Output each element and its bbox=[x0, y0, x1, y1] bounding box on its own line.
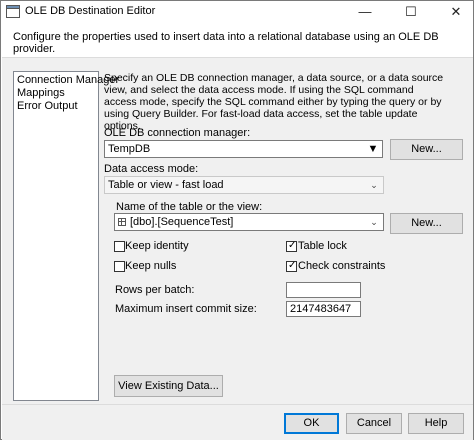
rows-per-batch-label: Rows per batch: bbox=[115, 284, 195, 296]
chevron-down-icon: ⌄ bbox=[370, 217, 378, 227]
table-name-combo[interactable]: [dbo].[SequenceTest] ⌄ bbox=[114, 213, 384, 231]
check-constraints-checkbox[interactable]: ✓ bbox=[286, 260, 297, 272]
minimize-button[interactable]: — bbox=[349, 1, 381, 23]
close-icon: ✕ bbox=[450, 4, 462, 19]
page-description: Specify an OLE DB connection manager, a … bbox=[104, 72, 444, 132]
rows-per-batch-input[interactable] bbox=[286, 282, 361, 298]
nav-item-error-output[interactable]: Error Output bbox=[14, 100, 98, 113]
window-title: OLE DB Destination Editor bbox=[25, 5, 156, 17]
connection-manager-combo[interactable]: TempDB ▼ bbox=[104, 140, 383, 158]
chevron-down-icon: ▼ bbox=[367, 143, 379, 155]
data-access-mode-label: Data access mode: bbox=[104, 163, 199, 175]
table-name-value: [dbo].[SequenceTest] bbox=[130, 216, 234, 228]
table-lock-checkbox[interactable]: ✓ bbox=[286, 240, 297, 252]
new-table-button[interactable]: New... bbox=[390, 213, 463, 234]
data-access-mode-value: Table or view - fast load bbox=[108, 179, 224, 191]
connection-manager-label: OLE DB connection manager: bbox=[104, 127, 251, 139]
minimize-icon: — bbox=[358, 4, 372, 19]
ok-button[interactable]: OK bbox=[284, 413, 339, 434]
checkmark-icon: ✓ bbox=[288, 260, 297, 271]
cancel-button[interactable]: Cancel bbox=[346, 413, 402, 434]
nav-item-mappings[interactable]: Mappings bbox=[14, 87, 98, 100]
dialog-footer bbox=[2, 404, 473, 440]
table-icon bbox=[118, 218, 126, 226]
keep-identity-label: Keep identity bbox=[125, 240, 189, 252]
table-name-label: Name of the table or the view: bbox=[116, 201, 263, 213]
maximize-button[interactable]: ☐ bbox=[395, 1, 427, 23]
connection-manager-value: TempDB bbox=[108, 143, 151, 155]
chevron-down-icon: ⌄ bbox=[370, 180, 378, 190]
nav-item-connection-manager[interactable]: Connection Manager bbox=[14, 74, 119, 87]
new-connection-button[interactable]: New... bbox=[390, 139, 463, 160]
dialog-window: OLE DB Destination Editor — ☐ ✕ Configur… bbox=[0, 0, 474, 440]
keep-nulls-label: Keep nulls bbox=[125, 260, 177, 272]
title-bar: OLE DB Destination Editor — ☐ ✕ bbox=[1, 1, 473, 23]
close-button[interactable]: ✕ bbox=[440, 1, 472, 23]
intro-text: Configure the properties used to insert … bbox=[13, 31, 439, 55]
help-label: Help bbox=[424, 417, 448, 429]
max-commit-size-input[interactable]: 2147483647 bbox=[286, 301, 361, 317]
view-existing-data-button[interactable]: View Existing Data... bbox=[114, 375, 223, 397]
checkmark-icon: ✓ bbox=[288, 240, 297, 251]
maximize-icon: ☐ bbox=[405, 4, 417, 19]
keep-identity-checkbox[interactable] bbox=[114, 241, 125, 252]
cancel-label: Cancel bbox=[356, 417, 392, 429]
data-access-mode-combo[interactable]: Table or view - fast load ⌄ bbox=[104, 176, 384, 194]
help-button[interactable]: Help bbox=[408, 413, 464, 434]
max-commit-size-label: Maximum insert commit size: bbox=[115, 303, 257, 315]
dialog-app-icon bbox=[6, 5, 20, 18]
new-connection-label: New... bbox=[411, 143, 442, 155]
keep-nulls-checkbox[interactable] bbox=[114, 261, 125, 272]
view-existing-data-label: View Existing Data... bbox=[118, 380, 219, 392]
check-constraints-label: Check constraints bbox=[298, 260, 386, 272]
page-nav-list[interactable]: Connection Manager Mappings Error Output bbox=[13, 71, 119, 401]
new-table-label: New... bbox=[411, 217, 442, 229]
ok-label: OK bbox=[303, 417, 320, 429]
table-lock-label: Table lock bbox=[298, 240, 347, 252]
max-commit-size-value: 2147483647 bbox=[290, 303, 352, 315]
